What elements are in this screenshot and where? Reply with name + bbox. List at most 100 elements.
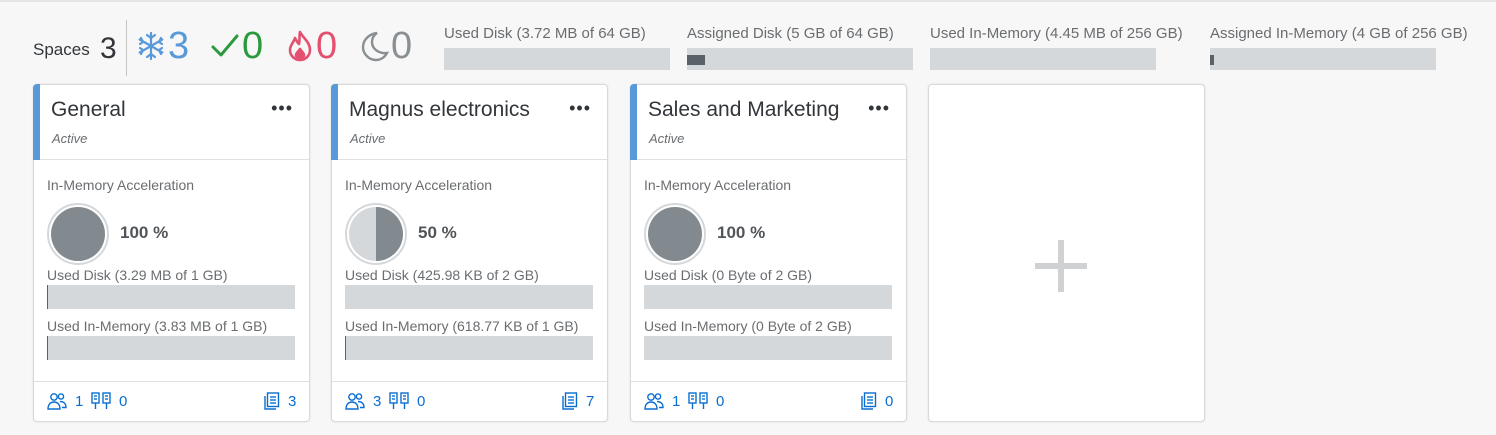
stat-inactive: 0: [359, 26, 412, 66]
used-memory-fill: [47, 336, 48, 360]
members-count: 3: [373, 392, 382, 410]
meter-bar: [930, 48, 1156, 70]
used-disk-bar: [47, 285, 295, 309]
meter-assigned-disk: Assigned Disk (5 GB of 64 GB): [687, 25, 913, 70]
checkmark-icon: [211, 34, 239, 57]
card-body: In-Memory Acceleration 100 % Used Disk (…: [644, 177, 894, 360]
connections-icon: [688, 392, 708, 409]
card-status: Active: [350, 131, 386, 146]
objects-link[interactable]: 3: [262, 392, 296, 410]
acceleration-percent: 100 %: [120, 223, 169, 242]
card-footer: 1 0 0: [631, 381, 906, 421]
stat-hot-count: 0: [316, 25, 338, 67]
card-header: Magnus electronics Active •••: [331, 84, 607, 160]
acceleration-gauge: [47, 203, 109, 265]
objects-icon: [861, 392, 877, 410]
connections-link[interactable]: 0: [389, 392, 425, 410]
objects-icon: [562, 392, 578, 410]
used-disk-label: Used Disk (3.29 MB of 1 GB): [47, 267, 228, 283]
members-count: 1: [672, 392, 681, 410]
connections-count: 0: [119, 392, 128, 410]
card-title[interactable]: Magnus electronics: [349, 98, 530, 122]
gauge-fill: [647, 207, 702, 261]
card-accent-bar: [331, 84, 338, 160]
used-memory-bar: [47, 336, 295, 360]
card-title[interactable]: Sales and Marketing: [648, 98, 839, 122]
used-memory-meter: Used In-Memory (0 Byte of 2 GB): [644, 318, 892, 360]
meter-fill: [1210, 55, 1214, 65]
acceleration-label: In-Memory Acceleration: [47, 177, 195, 193]
acceleration-gauge: [644, 203, 706, 265]
stat-cold: 3: [136, 26, 189, 66]
members-link[interactable]: 1: [47, 392, 83, 410]
objects-count: 0: [885, 392, 894, 410]
used-disk-bar: [644, 285, 892, 309]
more-options-button[interactable]: •••: [569, 99, 591, 117]
members-icon: [345, 393, 365, 410]
connections-link[interactable]: 0: [688, 392, 724, 410]
used-disk-label: Used Disk (425.98 KB of 2 GB): [345, 267, 539, 283]
members-icon: [644, 393, 664, 410]
space-card-general[interactable]: General Active ••• In-Memory Acceleratio…: [33, 84, 310, 422]
acceleration-percent: 50 %: [418, 223, 457, 242]
objects-link[interactable]: 7: [560, 392, 594, 410]
connections-icon: [389, 392, 409, 409]
card-accent-bar: [33, 84, 40, 160]
meter-bar: [687, 48, 913, 70]
used-disk-meter: Used Disk (0 Byte of 2 GB): [644, 267, 892, 309]
members-link[interactable]: 3: [345, 392, 381, 410]
members-icon: [47, 393, 67, 410]
card-body: In-Memory Acceleration 50 % Used Disk (4…: [345, 177, 595, 360]
summary-divider: [126, 20, 127, 76]
used-memory-label: Used In-Memory (618.77 KB of 1 GB): [345, 318, 579, 334]
used-memory-label: Used In-Memory (0 Byte of 2 GB): [644, 318, 852, 334]
objects-link[interactable]: 0: [859, 392, 893, 410]
connections-count: 0: [716, 392, 725, 410]
stat-hot: 0: [286, 26, 337, 66]
used-memory-meter: Used In-Memory (3.83 MB of 1 GB): [47, 318, 295, 360]
stat-ok: 0: [210, 26, 263, 66]
objects-icon: [264, 392, 280, 410]
connections-count: 0: [417, 392, 426, 410]
card-body: In-Memory Acceleration 100 % Used Disk (…: [47, 177, 297, 360]
meter-label: Assigned Disk (5 GB of 64 GB): [687, 25, 894, 42]
gauge-fill: [50, 207, 105, 261]
used-memory-label: Used In-Memory (3.83 MB of 1 GB): [47, 318, 268, 334]
card-title[interactable]: General: [51, 98, 126, 122]
spaces-label: Spaces: [33, 40, 90, 59]
space-card-magnus-electronics[interactable]: Magnus electronics Active ••• In-Memory …: [331, 84, 608, 422]
snowflake-icon: [138, 31, 164, 61]
acceleration-label: In-Memory Acceleration: [644, 177, 792, 193]
add-space-button[interactable]: [928, 84, 1205, 422]
plus-icon: [1035, 240, 1087, 292]
connections-link[interactable]: 0: [91, 392, 127, 410]
used-disk-bar: [345, 285, 593, 309]
used-memory-bar: [644, 336, 892, 360]
used-memory-meter: Used In-Memory (618.77 KB of 1 GB): [345, 318, 593, 360]
used-memory-bar: [345, 336, 593, 360]
used-disk-fill: [47, 285, 48, 309]
connections-icon: [91, 392, 111, 409]
card-header: Sales and Marketing Active •••: [630, 84, 906, 160]
meter-used-memory: Used In-Memory (4.45 MB of 256 GB): [930, 25, 1183, 70]
space-card-sales-and-marketing[interactable]: Sales and Marketing Active ••• In-Memory…: [630, 84, 907, 422]
acceleration-percent: 100 %: [717, 223, 766, 242]
card-header: General Active •••: [33, 84, 309, 160]
members-count: 1: [75, 392, 84, 410]
acceleration-gauge: [345, 203, 407, 265]
meter-assigned-memory: Assigned In-Memory (4 GB of 256 GB): [1210, 25, 1468, 70]
meter-used-disk: Used Disk (3.72 MB of 64 GB): [444, 25, 670, 70]
more-options-button[interactable]: •••: [271, 99, 293, 117]
top-border: [0, 0, 1496, 2]
used-disk-meter: Used Disk (3.29 MB of 1 GB): [47, 267, 295, 309]
acceleration-label: In-Memory Acceleration: [345, 177, 493, 193]
meter-bar: [1210, 48, 1436, 70]
more-options-button[interactable]: •••: [868, 99, 890, 117]
used-disk-label: Used Disk (0 Byte of 2 GB): [644, 267, 813, 283]
card-accent-bar: [630, 84, 637, 160]
meter-label: Used Disk (3.72 MB of 64 GB): [444, 25, 646, 42]
meter-label: Used In-Memory (4.45 MB of 256 GB): [930, 25, 1183, 42]
card-status: Active: [52, 131, 88, 146]
stat-inactive-count: 0: [391, 25, 413, 67]
members-link[interactable]: 1: [644, 392, 680, 410]
